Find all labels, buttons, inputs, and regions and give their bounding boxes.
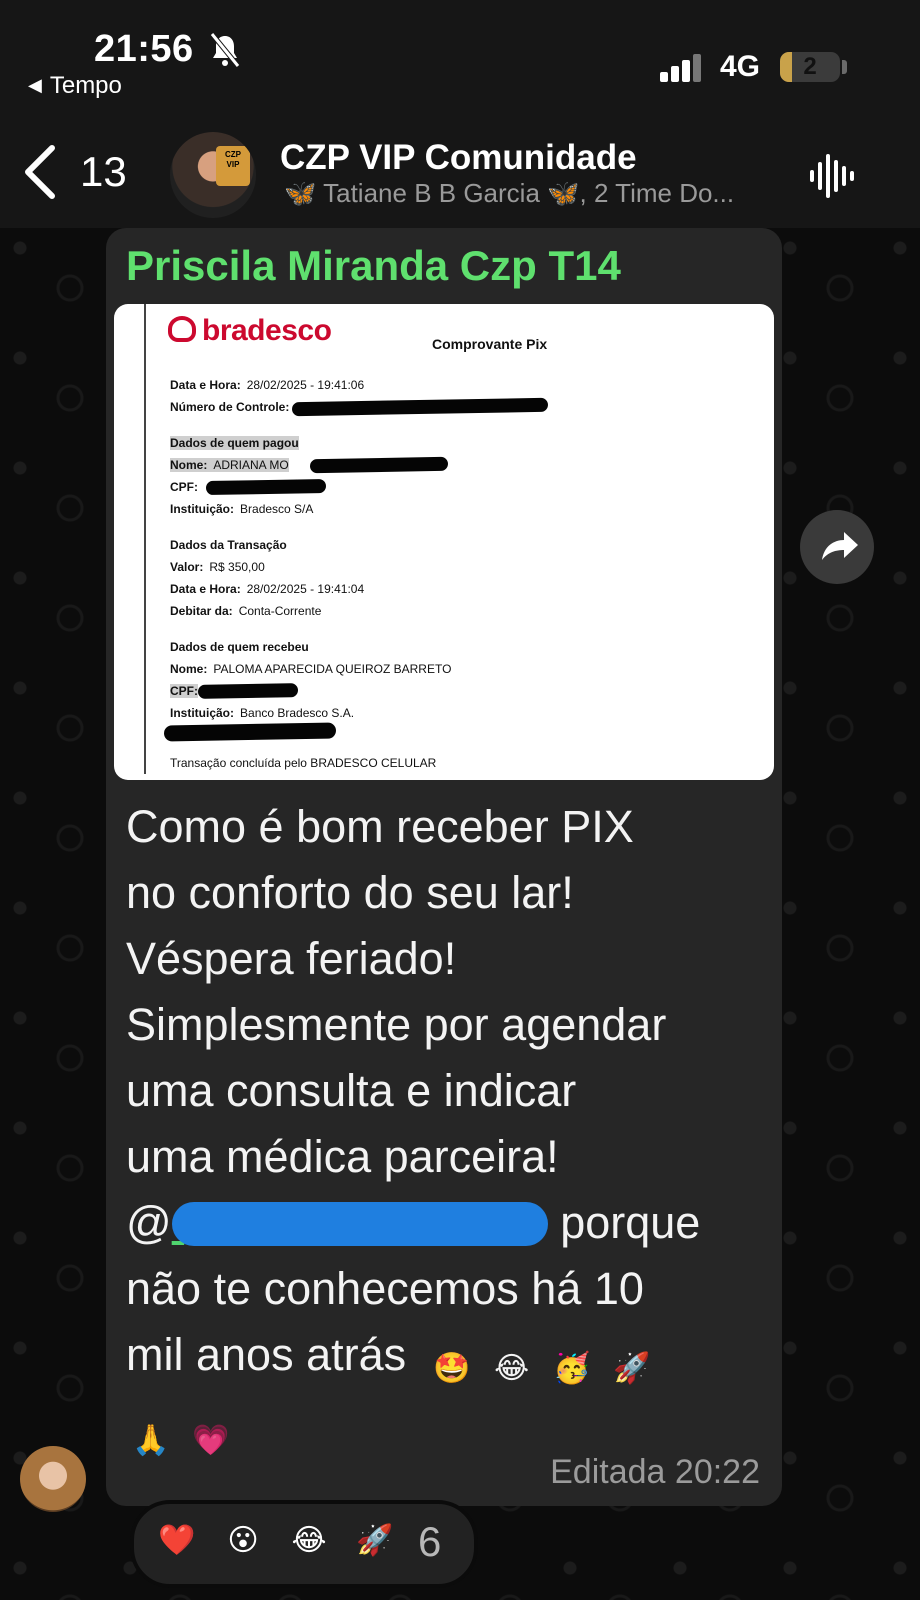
transaction-debit: Debitar da: Conta-Corrente bbox=[170, 604, 322, 618]
redaction-mark bbox=[309, 456, 449, 474]
group-members[interactable]: 🦋 Tatiane B B Garcia 🦋, 2 Time Do... bbox=[284, 178, 774, 209]
message-line: Como é bom receber PIX bbox=[126, 801, 634, 852]
redaction-mark bbox=[197, 683, 299, 699]
message-line: no conforto do seu lar! bbox=[126, 867, 574, 918]
payer-name: Nome: ADRIANA MO bbox=[170, 458, 289, 472]
unread-count[interactable]: 13 bbox=[80, 148, 127, 196]
message-meta: Editada 20:22 bbox=[550, 1453, 760, 1492]
voice-waveform-icon[interactable] bbox=[808, 152, 856, 200]
group-title[interactable]: CZP VIP Comunidade bbox=[280, 138, 637, 178]
back-to-app-link[interactable]: ◀ Tempo bbox=[28, 72, 122, 100]
message-line: uma médica parceira! bbox=[126, 1131, 559, 1182]
bradesco-mark-icon bbox=[168, 316, 196, 342]
mention-line: @ porque bbox=[126, 1190, 766, 1256]
mention-redaction bbox=[171, 1202, 548, 1246]
bradesco-logo: bradesco bbox=[168, 314, 332, 348]
network-type: 4G bbox=[720, 50, 761, 83]
battery-icon: 2 bbox=[780, 52, 840, 82]
laughing-emoji: 😂 bbox=[494, 1352, 530, 1385]
signal-bars-icon bbox=[660, 52, 704, 82]
receipt-footer: Transação concluída pelo BRADESCO CELULA… bbox=[170, 756, 437, 770]
rocket-reaction-emoji: 🚀 bbox=[356, 1524, 394, 1557]
receipt-datetime: Data e Hora: 28/02/2025 - 19:41:06 bbox=[170, 378, 365, 392]
message-time: 20:22 bbox=[674, 1453, 760, 1491]
battery-tip bbox=[842, 60, 847, 74]
laughing-reaction-emoji: 😂 bbox=[291, 1524, 327, 1557]
sender-name[interactable]: Priscila Miranda Czp T14 bbox=[126, 242, 621, 290]
redaction-mark bbox=[291, 397, 549, 417]
message-line: Véspera feriado! bbox=[126, 933, 457, 984]
forward-button[interactable] bbox=[800, 510, 874, 584]
group-avatar[interactable]: CZP VIP bbox=[170, 132, 256, 218]
battery-level: 2 bbox=[803, 53, 817, 80]
transaction-section: Dados da Transação bbox=[170, 538, 287, 552]
sender-avatar[interactable] bbox=[20, 1446, 86, 1512]
message-line: uma consulta e indicar bbox=[126, 1065, 577, 1116]
rocket-emoji: 🚀 bbox=[612, 1352, 651, 1385]
clock: 21:56 bbox=[94, 28, 194, 70]
receiver-institution: Instituição: Banco Bradesco S.A. bbox=[170, 706, 355, 720]
redaction-mark bbox=[205, 478, 327, 496]
status-bar: 21:56 ◀ Tempo 4G 2 bbox=[0, 0, 920, 118]
party-face-emoji: 🥳 bbox=[552, 1352, 591, 1385]
bell-slash-icon bbox=[210, 32, 240, 68]
pink-heart-emoji: 💗 bbox=[192, 1424, 230, 1457]
praying-hands-emoji: 🙏 bbox=[132, 1424, 170, 1457]
receiver-name: Nome: PALOMA APARECIDA QUEIROZ BARRETO bbox=[170, 662, 452, 676]
user-mention-link[interactable] bbox=[171, 1190, 548, 1256]
message-line: Simplesmente por agendar bbox=[126, 999, 667, 1050]
receipt-title: Comprovante Pix bbox=[432, 336, 548, 352]
payer-section: Dados de quem pagou bbox=[170, 436, 299, 450]
message-bubble[interactable]: Priscila Miranda Czp T14 bradesco Compro… bbox=[106, 228, 782, 1506]
transaction-value: Valor: R$ 350,00 bbox=[170, 560, 265, 574]
payer-cpf: CPF: bbox=[170, 480, 198, 494]
transaction-datetime: Data e Hora: 28/02/2025 - 19:41:04 bbox=[170, 582, 365, 596]
receipt-control: Número de Controle: bbox=[170, 400, 290, 414]
reaction-count: 6 bbox=[418, 1518, 442, 1565]
receipt-margin-line bbox=[144, 304, 146, 774]
reactions-bar[interactable]: ❤️ 😮 😂 🚀 6 bbox=[130, 1500, 478, 1588]
payer-institution: Instituição: Bradesco S/A bbox=[170, 502, 314, 516]
edited-label: Editada bbox=[550, 1453, 666, 1491]
redaction-mark bbox=[163, 722, 337, 742]
receiver-section: Dados de quem recebeu bbox=[170, 640, 309, 654]
group-logo: CZP VIP bbox=[216, 146, 250, 186]
message-line: não te conhecemos há 10 bbox=[126, 1263, 644, 1314]
heart-reaction-emoji: ❤️ bbox=[158, 1524, 196, 1557]
chat-header: 13 CZP VIP CZP VIP Comunidade 🦋 Tatiane B… bbox=[0, 118, 920, 228]
back-chevron-icon[interactable] bbox=[20, 142, 60, 202]
receipt-image[interactable]: bradesco Comprovante Pix Data e Hora: 28/… bbox=[114, 304, 774, 780]
surprised-reaction-emoji: 😮 bbox=[227, 1524, 259, 1557]
back-triangle-icon: ◀ bbox=[28, 75, 42, 95]
star-struck-emoji: 🤩 bbox=[432, 1352, 471, 1385]
message-text: Como é bom receber PIX no conforto do se… bbox=[126, 794, 766, 1466]
back-app-label: Tempo bbox=[49, 72, 122, 99]
message-line: mil anos atrás 🤩 😂 🥳 🚀 bbox=[126, 1322, 766, 1394]
